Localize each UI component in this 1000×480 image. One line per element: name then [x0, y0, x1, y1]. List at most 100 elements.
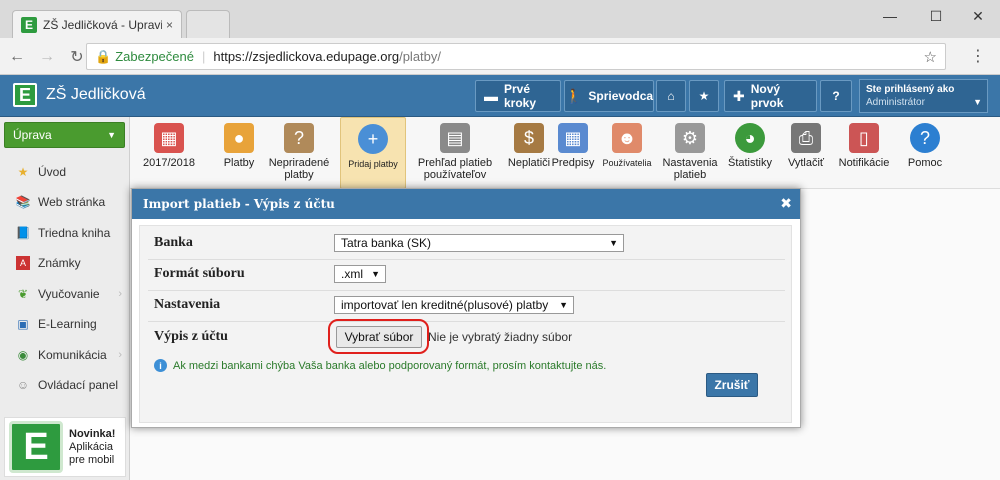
dialog-body: Banka Tatra banka (SK) ▼ Formát súboru .x…: [139, 225, 792, 423]
chevron-down-icon: ▼: [609, 238, 618, 248]
toolbar-item-label: Platby: [223, 157, 255, 169]
toolbar-item-label: Notifikácie: [838, 157, 890, 169]
divider: [148, 259, 785, 260]
edupage-app-icon: E: [9, 421, 63, 473]
toolbar-item-label: Predpisy: [551, 157, 595, 169]
chevron-down-icon: ▼: [107, 130, 116, 140]
prve-kroky-label: Prvé kroky: [504, 82, 537, 110]
steps-icon: ▬: [484, 88, 498, 104]
sidebar-item[interactable]: 📚 Web stránka: [0, 187, 130, 218]
browser-chrome: E ZŠ Jedličková - Upraviť v: × — ☐ ✕ ← →…: [0, 0, 1000, 75]
sidebar-item-label: E-Learning: [38, 317, 97, 331]
user-role: Administrátor: [866, 97, 925, 108]
sprievodca-button[interactable]: 🚶 Sprievodca: [564, 80, 654, 112]
back-arrow-icon[interactable]: ←: [4, 44, 30, 70]
sidebar-item-label: Vyučovanie: [38, 286, 100, 301]
toolbar-item-label: Vytlačiť: [787, 157, 825, 169]
promo-line2: pre mobil: [69, 453, 115, 466]
choose-file-button[interactable]: Vybrať súbor: [336, 326, 422, 348]
chevron-right-icon: ›: [118, 348, 122, 361]
star-icon: ★: [698, 89, 710, 103]
pie-chart-icon: ◕: [735, 123, 765, 153]
user-label: Ste prihlásený ako: [866, 84, 955, 95]
lock-icon: 🔒: [95, 48, 112, 64]
books-icon: 📚: [15, 195, 31, 209]
format-select[interactable]: .xml ▼: [334, 265, 386, 283]
help-button[interactable]: ?: [820, 80, 852, 112]
school-name[interactable]: ZŠ Jedličková: [46, 86, 146, 104]
toolbar-item[interactable]: ▤ Prehľad platieb používateľov: [409, 117, 501, 189]
toolbar-item[interactable]: ☻ Používatelia: [597, 117, 657, 189]
toolbar-item[interactable]: ● Platby: [208, 117, 270, 189]
import-dialog: Import platieb - Výpis z účtu ✖ Banka Ta…: [131, 188, 801, 428]
sidebar-item-label: Komunikácia: [38, 347, 107, 362]
window-close-icon[interactable]: ✕: [956, 4, 1000, 28]
toolbar-item-label: Štatistiky: [727, 157, 772, 169]
edupage-logo[interactable]: E: [13, 83, 37, 107]
nastavenia-select[interactable]: importovať len kreditné(plusové) platby ▼: [334, 296, 574, 314]
bookmark-star-icon[interactable]: ☆: [924, 48, 937, 66]
toolbar-item[interactable]: ▦ 2017/2018: [138, 117, 200, 189]
home-button[interactable]: ⌂: [656, 80, 686, 112]
favorite-button[interactable]: ★: [689, 80, 719, 112]
maximize-icon[interactable]: ☐: [914, 4, 958, 28]
sidebar-item[interactable]: A Známky: [0, 248, 130, 279]
sidebar-item[interactable]: ◉ Komunikácia ›: [0, 339, 130, 370]
info-message: i Ak medzi bankami chýba Vaša banka alebo…: [154, 359, 606, 372]
mobile-app-promo[interactable]: E Novinka! Aplikácia pre mobil: [4, 417, 126, 477]
banka-select[interactable]: Tatra banka (SK) ▼: [334, 234, 624, 252]
sprievodca-label: Sprievodca: [588, 89, 654, 103]
user-menu[interactable]: Ste prihlásený ako Administrátor ▼: [859, 79, 988, 113]
promo-text: Novinka! Aplikácia pre mobil: [69, 428, 115, 467]
sidebar-item[interactable]: ☺ Ovládací panel: [0, 370, 130, 401]
printer-icon: ⎙: [791, 123, 821, 153]
new-tab-button[interactable]: [186, 10, 230, 38]
sidebar-item[interactable]: 📘 Triedna kniha: [0, 217, 130, 248]
gear-icon: ⚙: [675, 123, 705, 153]
toolbar-item[interactable]: ◕ Štatistiky: [723, 117, 777, 189]
secure-label: Zabezpečené: [115, 49, 194, 64]
url-path: /platby/: [399, 49, 442, 64]
toolbar-item[interactable]: ⎙ Vytlačiť: [779, 117, 833, 189]
browser-menu-icon[interactable]: ⋮: [970, 46, 986, 66]
leaf-icon: ❦: [17, 286, 29, 301]
toolbar-item[interactable]: ? Pomoc: [893, 117, 957, 189]
minimize-icon[interactable]: —: [868, 4, 912, 28]
toolbar-item[interactable]: ▦ Predpisy: [547, 117, 599, 189]
toolbar-item[interactable]: ⚙ Nastavenia platieb: [659, 117, 721, 189]
info-text: Ak medzi bankami chýba Vaša banka alebo …: [173, 359, 607, 372]
home-icon: ⌂: [667, 89, 675, 103]
unassigned-icon: ?: [284, 123, 314, 153]
help-icon: ?: [910, 123, 940, 153]
forward-arrow-icon[interactable]: →: [34, 44, 60, 70]
toolbar-item[interactable]: ? Nepriradené platby: [268, 117, 330, 189]
url-input[interactable]: 🔒 Zabezpečené | https://zsjedlickova.edu…: [86, 43, 946, 70]
uprava-dropdown[interactable]: Úprava ▼: [4, 122, 125, 148]
cancel-button[interactable]: Zrušiť: [706, 373, 758, 397]
add-payment-icon: +: [358, 124, 388, 154]
prve-kroky-button[interactable]: ▬ Prvé kroky: [475, 80, 561, 112]
help-icon: ?: [832, 89, 840, 103]
sidebar-item[interactable]: ❦ Vyučovanie ›: [0, 278, 130, 309]
chevron-down-icon: ▼: [371, 269, 380, 279]
sidebar-item[interactable]: ▣ E-Learning: [0, 309, 130, 340]
tab-title: ZŠ Jedličková - Upraviť v:: [43, 17, 162, 32]
toolbar-item-label: Neplatiči: [507, 157, 551, 169]
monitor-icon: ▣: [17, 317, 29, 331]
tab-close-icon[interactable]: ×: [166, 18, 173, 32]
toolbar-item-label: Používatelia: [602, 158, 652, 168]
divider: [148, 321, 785, 322]
nastavenia-label: Nastavenia: [154, 297, 221, 312]
url-host: https://zsjedlickova.edupage.org: [213, 49, 400, 64]
close-icon[interactable]: ✖: [780, 195, 792, 212]
sidebar-item[interactable]: ★ Úvod: [0, 156, 130, 187]
toolbar-item[interactable]: ▯ Notifikácie: [835, 117, 893, 189]
walking-icon: 🚶: [564, 87, 583, 104]
format-label: Formát súboru: [154, 266, 245, 281]
format-value: .xml: [341, 267, 363, 281]
vypis-label: Výpis z účtu: [154, 329, 228, 344]
sidebar-item-label: Web stránka: [38, 195, 106, 209]
toolbar-item[interactable]: + Pridaj platby: [340, 117, 406, 189]
novy-prvok-button[interactable]: ✚ Nový prvok: [724, 80, 817, 112]
browser-tab[interactable]: E ZŠ Jedličková - Upraviť v: ×: [12, 10, 182, 38]
